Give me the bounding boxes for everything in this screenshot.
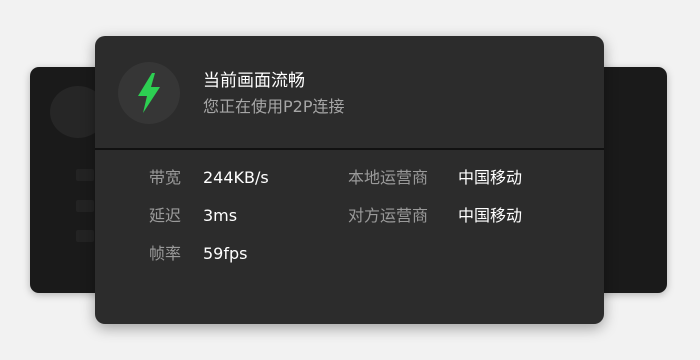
stage: 当前画面流畅 您正在使用P2P连接 带宽 244KB/s 延迟 3ms 帧率 59fp… <box>0 0 700 360</box>
connection-status-panel: 当前画面流畅 您正在使用P2P连接 带宽 244KB/s 延迟 3ms 帧率 59fp… <box>95 36 604 324</box>
stat-framerate: 帧率 59fps <box>149 242 247 266</box>
stat-remote-carrier: 对方运营商 中国移动 <box>348 204 522 228</box>
stat-bandwidth: 带宽 244KB/s <box>149 166 269 190</box>
stat-value: 3ms <box>203 206 238 225</box>
stat-label: 对方运营商 <box>348 206 429 225</box>
lightning-bolt-icon <box>138 73 160 113</box>
status-subtitle: 您正在使用P2P连接 <box>203 97 345 116</box>
background-line <box>76 230 94 242</box>
background-line <box>76 200 94 212</box>
stat-label: 延迟 <box>149 206 182 225</box>
stat-label: 带宽 <box>149 168 182 187</box>
status-title: 当前画面流畅 <box>203 71 305 91</box>
stat-value: 中国移动 <box>458 206 523 225</box>
status-icon-badge <box>118 62 180 124</box>
divider <box>95 148 604 150</box>
stat-value: 59fps <box>203 244 248 263</box>
status-header: 当前画面流畅 您正在使用P2P连接 <box>95 36 604 148</box>
stat-value: 中国移动 <box>458 168 523 187</box>
stat-label: 本地运营商 <box>348 168 429 187</box>
stat-latency: 延迟 3ms <box>149 204 237 228</box>
background-line <box>76 169 94 181</box>
stat-label: 帧率 <box>149 244 182 263</box>
stat-local-carrier: 本地运营商 中国移动 <box>348 166 522 190</box>
stat-value: 244KB/s <box>203 168 269 187</box>
